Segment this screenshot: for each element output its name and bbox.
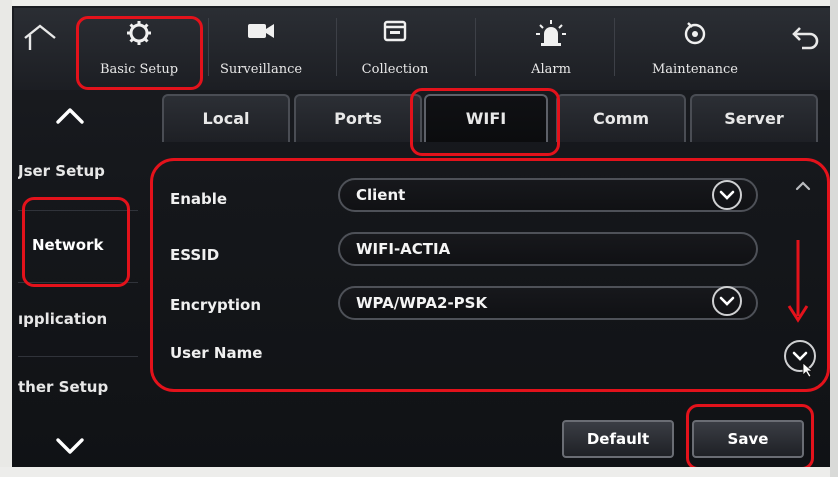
nav-alarm[interactable]: Alarm: [486, 8, 616, 82]
tab-wifi[interactable]: WIFI: [424, 94, 548, 142]
sidebar-divider: [18, 282, 138, 283]
maintenance-icon: [682, 20, 708, 50]
device-bezel-right: [830, 0, 838, 477]
nav-basic-setup[interactable]: Basic Setup: [74, 8, 204, 82]
folder-icon: [383, 20, 407, 46]
enable-select[interactable]: Client: [338, 178, 758, 212]
cursor-arrow-icon: [802, 362, 814, 382]
sidebar-item-other-setup[interactable]: ther Setup: [18, 378, 136, 396]
tab-local[interactable]: Local: [162, 94, 290, 142]
tab-ports[interactable]: Ports: [294, 94, 422, 142]
essid-label: ESSID: [170, 246, 220, 264]
encryption-label: Encryption: [170, 296, 262, 314]
device-screen: Basic Setup Surveillance Collection Alar…: [0, 0, 838, 477]
tab-comm[interactable]: Comm: [556, 94, 686, 142]
sidebar-up-button[interactable]: [20, 96, 120, 138]
nav-collection-label: Collection: [361, 62, 429, 77]
nav-surveillance[interactable]: Surveillance: [196, 8, 326, 82]
nav-divider: [475, 18, 476, 76]
nav-basic-setup-label: Basic Setup: [99, 62, 179, 77]
annotation-down-arrow-icon: [786, 238, 810, 328]
sidebar-item-network[interactable]: Network: [32, 236, 150, 254]
nav-maintenance[interactable]: Maintenance: [630, 8, 760, 82]
device-bezel-top: [0, 0, 838, 6]
sidebar-divider: [18, 356, 138, 357]
alarm-light-icon: [536, 20, 566, 50]
nav-alarm-label: Alarm: [531, 62, 571, 77]
tab-server[interactable]: Server: [690, 94, 818, 142]
nav-maintenance-label: Maintenance: [652, 62, 738, 77]
save-button[interactable]: Save: [692, 420, 804, 458]
essid-input[interactable]: WIFI-ACTIA: [338, 232, 758, 266]
encryption-dropdown-chevron-icon[interactable]: [712, 286, 742, 316]
username-label: User Name: [170, 344, 263, 362]
camera-icon: [247, 20, 275, 44]
home-icon[interactable]: [22, 22, 58, 56]
back-arrow-icon[interactable]: [790, 24, 820, 54]
sidebar-item-user-setup[interactable]: Jser Setup: [18, 162, 136, 180]
nav-divider: [614, 18, 615, 76]
nav-surveillance-label: Surveillance: [219, 62, 303, 77]
default-button[interactable]: Default: [562, 420, 674, 458]
gear-icon: [126, 20, 152, 50]
device-bezel-left: [0, 0, 12, 477]
sidebar-divider: [18, 210, 138, 211]
nav-collection[interactable]: Collection: [330, 8, 460, 82]
enable-dropdown-chevron-icon[interactable]: [712, 180, 742, 210]
sidebar-down-button[interactable]: [20, 428, 120, 464]
device-bezel-bottom: [0, 467, 838, 477]
encryption-select[interactable]: WPA/WPA2-PSK: [338, 286, 758, 320]
sidebar-item-application[interactable]: ıpplication: [18, 310, 136, 328]
enable-label: Enable: [170, 190, 228, 208]
